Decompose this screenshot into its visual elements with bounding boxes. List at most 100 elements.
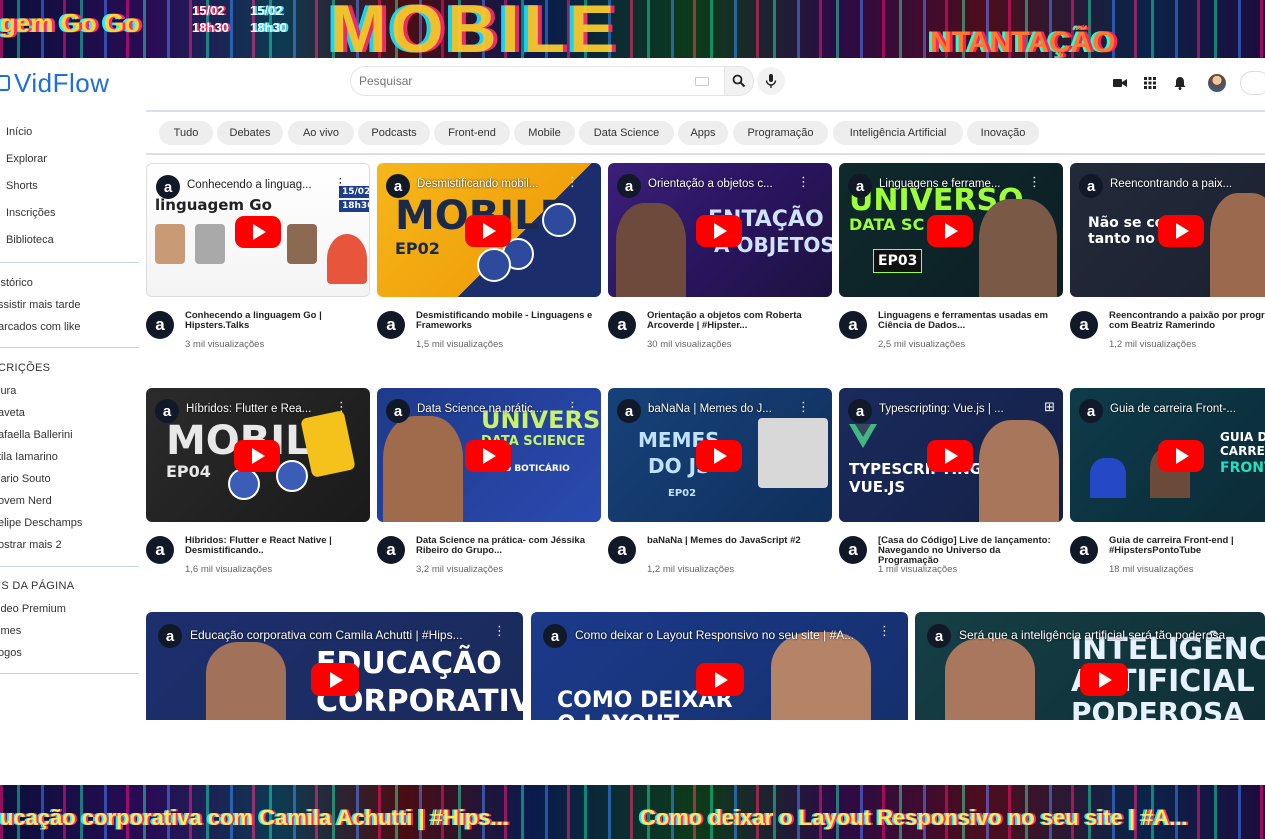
apps-grid-icon[interactable] <box>1142 75 1158 91</box>
play-button-icon[interactable] <box>1080 663 1128 696</box>
more-options-icon[interactable]: ⋮ <box>1028 175 1041 188</box>
bell-icon[interactable] <box>1172 75 1188 91</box>
brand-logo[interactable]: VidFlow <box>0 67 110 99</box>
sidebar-item-premium[interactable]: ideo Premium <box>0 603 66 615</box>
sidebar-item-filmes[interactable]: lmes <box>0 625 21 637</box>
theme-switch[interactable] <box>1240 71 1265 95</box>
video-title[interactable]: Data Science na prática- com Jéssika Rib… <box>416 536 596 556</box>
chip-debates[interactable]: Debates <box>217 121 283 145</box>
play-button-icon[interactable] <box>696 215 742 247</box>
video-thumbnail[interactable]: MOBILE EP02 a Desmistificando mobil... ⋮ <box>377 163 601 297</box>
sidebar-sub-item[interactable]: aveta <box>0 407 25 419</box>
sidebar-item-explorar[interactable]: Explorar <box>6 153 47 165</box>
video-thumbnail[interactable]: UNIVERSO DATA SC EP03 a Linguagens e fer… <box>839 163 1063 297</box>
play-button-icon[interactable] <box>927 215 973 247</box>
channel-avatar[interactable]: a <box>839 536 867 564</box>
play-button-icon[interactable] <box>927 440 973 472</box>
channel-avatar[interactable]: a <box>608 536 636 564</box>
video-views: 18 mil visualizações <box>1109 564 1194 575</box>
chip-tudo[interactable]: Tudo <box>159 121 213 145</box>
channel-avatar[interactable]: a <box>1070 311 1098 339</box>
channel-logo-icon: a <box>386 174 410 198</box>
video-title[interactable]: Conhecendo a linguagem Go | Hipsters.Tal… <box>185 311 365 331</box>
chip-data-science[interactable]: Data Science <box>579 121 674 145</box>
sidebar-item-inicio[interactable]: Início <box>6 126 32 138</box>
more-options-icon[interactable]: ⋮ <box>566 175 579 188</box>
more-options-icon[interactable]: ⋮ <box>878 624 891 637</box>
video-thumbnail[interactable]: ENTAÇÃO A OBJETOS a Orientação a objetos… <box>608 163 832 297</box>
sidebar-sub-item[interactable]: lario Souto <box>0 473 51 485</box>
play-button-icon[interactable] <box>235 216 281 248</box>
more-options-icon[interactable]: ⋮ <box>334 176 347 189</box>
video-thumbnail[interactable]: TYPESCRIPTING: VUE.JS a Typescripting: V… <box>839 388 1063 522</box>
chip-mobile[interactable]: Mobile <box>514 121 575 145</box>
sidebar-item-jogos[interactable]: ogos <box>0 647 22 659</box>
avatar[interactable] <box>1208 74 1226 92</box>
more-options-icon[interactable]: ⋮ <box>335 400 348 413</box>
channel-avatar[interactable]: a <box>839 311 867 339</box>
sidebar-sub-item[interactable]: tila Iamarino <box>0 451 58 463</box>
sidebar-sub-item[interactable]: ovem Nerd <box>0 495 52 507</box>
video-camera-icon[interactable] <box>1112 75 1128 91</box>
video-title[interactable]: Guia de carreira Front-end | #HipstersPo… <box>1109 536 1265 556</box>
search-input[interactable] <box>359 74 689 88</box>
channel-avatar[interactable]: a <box>608 311 636 339</box>
sidebar-show-more[interactable]: ostrar mais 2 <box>0 539 62 551</box>
more-options-icon[interactable]: ⋮ <box>797 175 810 188</box>
video-thumbnail[interactable]: UNIVERSO DATA SCIENCE o BOTICÁRIO a Data… <box>377 388 601 522</box>
sidebar-item-historico[interactable]: istórico <box>0 277 33 289</box>
play-button-icon[interactable] <box>696 440 742 472</box>
channel-avatar[interactable]: a <box>1070 536 1098 564</box>
sidebar-item-assistir-mais-tarde[interactable]: ssistir mais tarde <box>0 299 81 311</box>
video-card-wide[interactable]: COMO DEIXAR O LAYOUT a Como deixar o Lay… <box>531 612 908 720</box>
more-options-icon[interactable]: ⋮ <box>797 400 810 413</box>
play-button-icon[interactable] <box>1158 215 1204 247</box>
top-glitch-banner: gem Go Go 15/02 18h30 15/02 18h30 MOBILE N… <box>0 0 1265 58</box>
video-thumbnail[interactable]: linguagem Go 15/02 18h30 a Conhecendo a … <box>146 163 370 297</box>
video-title[interactable]: Reencontrando a paixão por programar com… <box>1109 311 1265 331</box>
play-button-icon[interactable] <box>234 440 280 472</box>
more-options-icon[interactable]: ⋮ <box>493 624 506 637</box>
channel-avatar[interactable]: a <box>146 536 174 564</box>
video-card-wide[interactable]: INTELIGÊNCIA ARTIFICIAL PODEROSA a Será … <box>915 612 1265 720</box>
video-title[interactable]: Desmistificando mobile - Linguagens e Fr… <box>416 311 596 331</box>
more-options-icon[interactable]: ⋮ <box>566 400 579 413</box>
sidebar-sub-item[interactable]: afaella Ballerini <box>0 429 73 441</box>
sidebar-item-shorts[interactable]: Shorts <box>6 180 38 192</box>
video-thumbnail[interactable]: MEMES DO JS EP02 a baNaNa | Memes do J..… <box>608 388 832 522</box>
video-title[interactable]: Orientação a objetos com Roberta Arcover… <box>647 311 827 331</box>
chip-inovacao[interactable]: Inovação <box>967 121 1039 145</box>
chip-podcasts[interactable]: Podcasts <box>358 121 430 145</box>
play-button-icon[interactable] <box>696 663 744 696</box>
chip-apps[interactable]: Apps <box>678 121 728 145</box>
chip-front-end[interactable]: Front-end <box>434 121 510 145</box>
play-button-icon[interactable] <box>465 215 511 247</box>
video-thumbnail[interactable]: GUIA DE CARREIRA FRONT END a Guia de car… <box>1070 388 1265 522</box>
sidebar-item-marcados-com-like[interactable]: arcados com like <box>0 321 81 333</box>
channel-avatar[interactable]: a <box>377 536 405 564</box>
play-button-icon[interactable] <box>311 663 359 696</box>
video-thumbnail[interactable]: Não se co tanto no i a Reencontrando a p… <box>1070 163 1265 297</box>
video-title[interactable]: Híbridos: Flutter e React Native | Desmi… <box>185 536 365 556</box>
channel-avatar[interactable]: a <box>146 311 174 339</box>
keyboard-icon[interactable] <box>695 76 709 86</box>
sidebar-item-inscricoes[interactable]: Inscrições <box>6 207 56 219</box>
chip-programacao[interactable]: Programação <box>733 121 828 145</box>
search-button[interactable] <box>724 66 754 96</box>
sidebar-divider <box>0 262 139 263</box>
sidebar-item-biblioteca[interactable]: Biblioteca <box>6 234 54 246</box>
video-title[interactable]: [Casa do Código] Live de lançamento: Nav… <box>878 536 1058 566</box>
chip-ao-vivo[interactable]: Ao vivo <box>288 121 354 145</box>
mic-button[interactable] <box>757 67 785 95</box>
video-title[interactable]: Linguagens e ferramentas usadas em Ciênc… <box>878 311 1058 331</box>
play-button-icon[interactable] <box>1158 440 1204 472</box>
video-title[interactable]: baNaNa | Memes do JavaScript #2 <box>647 536 827 546</box>
play-button-icon[interactable] <box>465 440 511 472</box>
chip-inteligencia-artificial[interactable]: Inteligência Artificial <box>833 121 963 145</box>
video-thumbnail[interactable]: MOBILE EP04 a Híbridos: Flutter e Rea...… <box>146 388 370 522</box>
sidebar-sub-item[interactable]: elipe Deschamps <box>0 517 82 529</box>
video-card-wide[interactable]: EDUCAÇÃO CORPORATIVA a Educação corporat… <box>146 612 523 720</box>
sidebar-sub-item[interactable]: lura <box>0 385 16 397</box>
channel-avatar[interactable]: a <box>377 311 405 339</box>
add-to-queue-icon[interactable]: ⊞ <box>1044 400 1055 413</box>
